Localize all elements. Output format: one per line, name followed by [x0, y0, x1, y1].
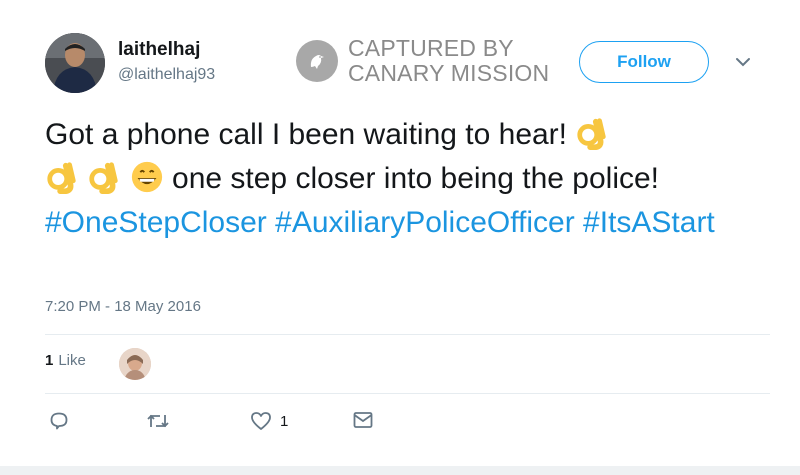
ok-hand-emoji-icon — [577, 118, 607, 150]
like-button[interactable]: 1 — [250, 411, 288, 431]
display-name[interactable]: laithelhaj — [118, 39, 200, 61]
hashtag-link[interactable]: #AuxiliaryPoliceOfficer — [275, 206, 575, 239]
likes-summary[interactable]: 1 Like — [45, 352, 86, 369]
tweet-text: Got a phone call I been waiting to hear!… — [45, 113, 735, 245]
watermark-line-2: CANARY MISSION — [348, 60, 550, 86]
bird-logo-icon — [296, 40, 338, 82]
ok-hand-emoji-icon — [89, 162, 119, 194]
watermark: CAPTURED BY CANARY MISSION — [296, 36, 549, 86]
tweet-text-part-2: one step closer into being the police! — [163, 162, 660, 195]
tweet-actions: 1 — [0, 411, 800, 441]
liker-avatar-image — [119, 348, 151, 380]
divider — [45, 334, 770, 335]
envelope-icon — [353, 412, 373, 428]
reply-icon — [50, 412, 68, 430]
avatar-image — [45, 33, 105, 93]
liker-avatar[interactable] — [119, 348, 151, 380]
likes-label: Like — [58, 352, 86, 369]
retweet-button[interactable] — [146, 411, 170, 431]
tweet-text-part-1: Got a phone call I been waiting to hear! — [45, 118, 576, 151]
follow-button[interactable]: Follow — [579, 41, 709, 83]
chevron-down-icon[interactable] — [735, 56, 751, 68]
retweet-icon — [147, 414, 169, 428]
tweet-timestamp[interactable]: 7:20 PM - 18 May 2016 — [45, 298, 201, 315]
reply-button[interactable] — [49, 411, 69, 431]
hashtag-link[interactable]: #ItsAStart — [583, 206, 715, 239]
direct-message-button[interactable] — [353, 411, 373, 429]
likes-count: 1 — [45, 352, 54, 369]
divider — [45, 393, 770, 394]
hashtag-link[interactable]: #OneStepCloser — [45, 206, 267, 239]
ok-hand-emoji-icon — [47, 162, 76, 194]
watermark-text: CAPTURED BY CANARY MISSION — [348, 36, 549, 86]
heart-icon — [251, 412, 271, 430]
grinning-face-emoji-icon — [131, 161, 162, 193]
bottom-border — [0, 466, 800, 475]
watermark-line-1: CAPTURED BY — [348, 35, 514, 61]
avatar[interactable] — [45, 33, 105, 93]
like-count: 1 — [280, 412, 289, 430]
user-handle[interactable]: @laithelhaj93 — [118, 66, 215, 84]
